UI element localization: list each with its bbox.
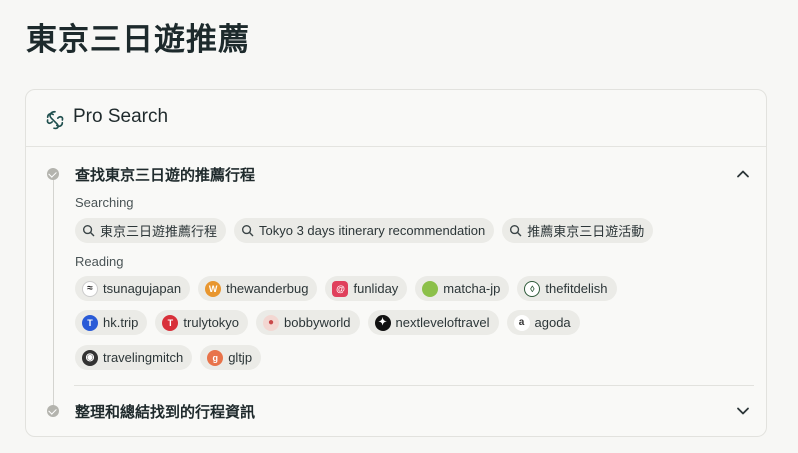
source-chip[interactable]: T hk.trip <box>75 310 148 335</box>
source-name: agoda <box>534 315 571 330</box>
sources-row-1: ≈ tsunagujapan W thewanderbug @ funliday… <box>75 276 617 301</box>
search-query-chip[interactable]: 東京三日遊推薦行程 <box>75 218 227 243</box>
source-chip[interactable]: W thewanderbug <box>198 276 318 301</box>
thewanderbug-favicon: W <box>205 280 222 297</box>
search-query-text: 東京三日遊推薦行程 <box>100 224 218 239</box>
source-name: funliday <box>353 281 399 296</box>
source-chip[interactable]: matcha-jp <box>415 276 510 301</box>
trulytokyo-favicon: T <box>162 314 179 331</box>
source-name: gltjp <box>228 350 253 365</box>
pro-search-icon <box>46 110 64 130</box>
search-query-chip[interactable]: Tokyo 3 days itinerary recommendation <box>234 218 495 243</box>
search-query-text: Tokyo 3 days itinerary recommendation <box>259 223 486 238</box>
chevron-up-icon[interactable] <box>735 166 751 182</box>
timeline-line <box>53 178 54 406</box>
source-chip[interactable]: ● bobbyworld <box>256 310 360 335</box>
hk-trip-favicon: T <box>82 314 98 331</box>
search-queries: 東京三日遊推薦行程 Tokyo 3 days itinerary recomme… <box>75 218 654 243</box>
source-name: nextleveloftravel <box>395 315 490 330</box>
source-chip[interactable]: ◉ travelingmitch <box>75 345 193 370</box>
tsunagujapan-favicon: ≈ <box>82 280 98 297</box>
step-title[interactable]: 整理和總結找到的行程資訊 <box>75 401 255 422</box>
reading-label: Reading <box>75 254 124 269</box>
source-chip[interactable]: ≈ tsunagujapan <box>75 276 191 301</box>
source-name: bobbyworld <box>284 315 351 330</box>
source-name: trulytokyo <box>183 315 240 330</box>
agoda-favicon: a <box>513 314 530 331</box>
gltjp-favicon: g <box>207 349 224 366</box>
source-name: thewanderbug <box>226 281 309 296</box>
pro-search-title: Pro Search <box>73 106 169 127</box>
nextleveloftravel-favicon: ✦ <box>374 314 391 331</box>
source-name: tsunagujapan <box>103 281 182 296</box>
source-name: thefitdelish <box>545 281 608 296</box>
pro-search-header: Pro Search <box>26 90 766 147</box>
source-chip[interactable]: T trulytokyo <box>155 310 249 335</box>
bobbyworld-favicon: ● <box>263 314 280 331</box>
step-title[interactable]: 查找東京三日遊的推薦行程 <box>75 164 255 185</box>
source-chip[interactable]: g gltjp <box>200 345 262 370</box>
sources-row-2: T hk.trip T trulytokyo ● bobbyworld ✦ ne… <box>75 310 580 335</box>
step-divider <box>74 385 754 386</box>
source-chip[interactable]: ✦ nextleveloftravel <box>367 310 499 335</box>
search-icon <box>82 224 95 237</box>
search-icon <box>510 224 522 237</box>
source-chip[interactable]: a agoda <box>506 310 580 335</box>
search-query-chip[interactable]: 推薦東京三日遊活動 <box>502 218 654 243</box>
source-chip[interactable]: ◊ thefitdelish <box>517 276 617 301</box>
travelingmitch-favicon: ◉ <box>82 349 98 366</box>
search-icon <box>241 224 254 237</box>
thefitdelish-favicon: ◊ <box>524 280 541 297</box>
searching-label: Searching <box>75 195 134 210</box>
source-name: matcha-jp <box>443 281 501 296</box>
funliday-favicon: @ <box>332 280 349 297</box>
step-complete-icon <box>47 168 59 180</box>
step-complete-icon <box>47 405 59 417</box>
pro-search-panel: Pro Search 查找東京三日遊的推薦行程 Searching 東京三日遊推… <box>25 89 767 437</box>
search-query-text: 推薦東京三日遊活動 <box>527 224 645 239</box>
sources-row-3: ◉ travelingmitch g gltjp <box>75 345 262 370</box>
chevron-down-icon[interactable] <box>735 403 751 419</box>
page-title: 東京三日遊推薦 <box>26 22 250 58</box>
source-name: hk.trip <box>103 315 139 330</box>
source-chip[interactable]: @ funliday <box>325 276 408 301</box>
matcha-jp-favicon <box>422 280 439 297</box>
source-name: travelingmitch <box>103 350 184 365</box>
